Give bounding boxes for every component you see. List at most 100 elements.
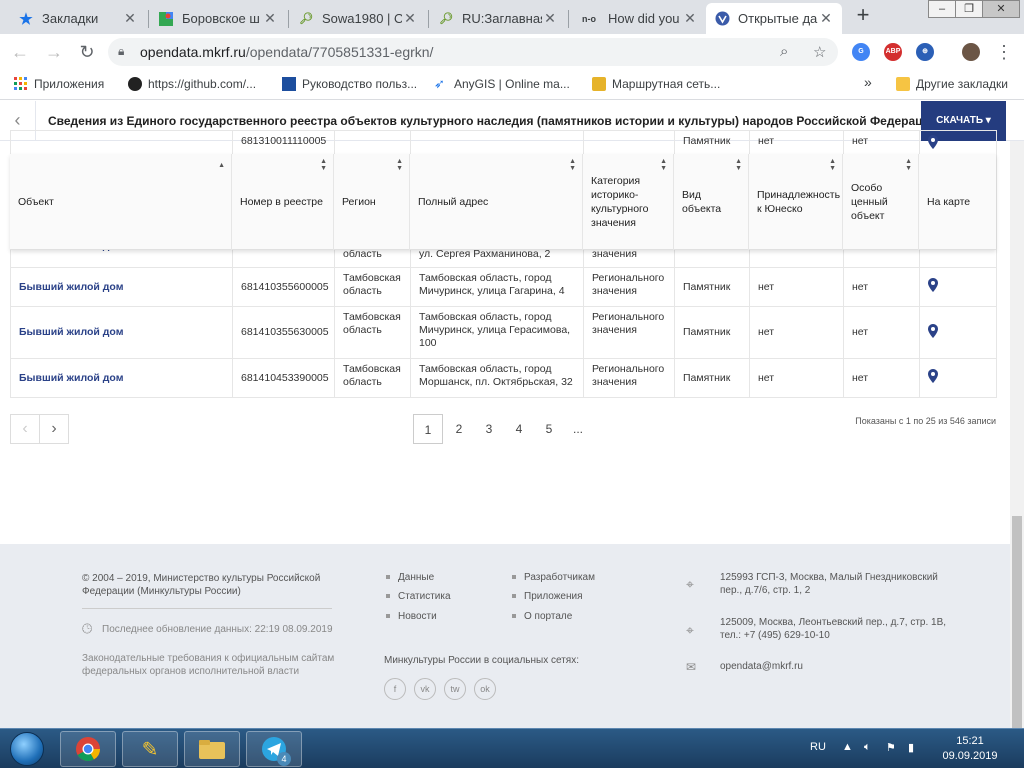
column-header-kind[interactable]: Вид объекта ▲ ▼ bbox=[674, 154, 749, 250]
odnoklassniki-icon[interactable]: ok bbox=[474, 678, 496, 700]
sort-icon[interactable]: ▲ ▼ bbox=[735, 158, 742, 172]
twitter-icon[interactable]: tw bbox=[444, 678, 466, 700]
map-cell bbox=[919, 306, 997, 359]
browser-toolbar: ← → ↻ 🔒︎ opendata.mkrf.ru/opendata/77058… bbox=[0, 34, 1024, 70]
category-cell: Регионального значения bbox=[583, 306, 675, 359]
adblock-extension-icon[interactable]: ABP bbox=[884, 43, 902, 61]
page-ellipsis[interactable]: ... bbox=[563, 414, 593, 444]
flag-icon[interactable]: ⚑ bbox=[886, 741, 896, 754]
object-link[interactable]: Бывший жилой дом bbox=[10, 358, 233, 398]
clock[interactable]: 15:21 09.09.2019 bbox=[940, 734, 1000, 764]
bookmark-route[interactable]: Маршрутная сеть... bbox=[592, 77, 720, 91]
bookmarks-overflow[interactable]: » bbox=[864, 74, 872, 90]
bookmark-github[interactable]: https://github.com/... bbox=[128, 77, 256, 91]
facebook-icon[interactable]: f bbox=[384, 678, 406, 700]
sort-icon[interactable]: ▲ ▼ bbox=[829, 158, 836, 172]
map-pin-icon[interactable] bbox=[928, 369, 938, 383]
tab-borovskoe[interactable]: Боровское ш ✕ bbox=[150, 3, 286, 34]
page-scrollbar[interactable] bbox=[1010, 141, 1024, 728]
sort-icon[interactable]: ▲ ▼ bbox=[569, 158, 576, 172]
reload-icon[interactable]: ↻ bbox=[75, 40, 99, 64]
taskbar-app[interactable]: ✎ bbox=[122, 731, 178, 767]
bookmark-other[interactable]: Другие закладки bbox=[896, 77, 1008, 91]
close-icon[interactable]: ✕ bbox=[262, 10, 278, 27]
zoom-icon[interactable]: ⌕ bbox=[780, 43, 788, 60]
taskbar-chrome[interactable] bbox=[60, 731, 116, 767]
taskbar-explorer[interactable] bbox=[184, 731, 240, 767]
column-header-unesco[interactable]: Принадлежность к Юнеско ▲ ▼ bbox=[749, 154, 843, 250]
close-icon[interactable]: ✕ bbox=[122, 10, 138, 27]
avatar[interactable] bbox=[962, 43, 980, 61]
scrollbar-thumb[interactable] bbox=[1012, 516, 1022, 728]
close-window-button[interactable]: ✕ bbox=[982, 0, 1020, 18]
column-header-valuable[interactable]: Особо ценный объект ▲ ▼ bbox=[843, 154, 919, 250]
forward-arrow-icon[interactable]: → bbox=[42, 40, 66, 64]
bookmark-apps[interactable]: Приложения bbox=[14, 77, 104, 91]
next-page-button[interactable]: › bbox=[39, 414, 69, 444]
bookmark-manual[interactable]: Руководство польз... bbox=[282, 77, 417, 91]
legal-link[interactable]: Законодательные требования к официальным… bbox=[82, 652, 352, 678]
sort-icon[interactable]: ▲ ▼ bbox=[320, 158, 327, 172]
minimize-button[interactable]: ‒ bbox=[928, 0, 956, 18]
object-link[interactable]: Бывший жилой дом bbox=[10, 267, 233, 307]
close-icon[interactable]: ✕ bbox=[682, 10, 698, 27]
bookmark-anygis[interactable]: ➶ AnyGIS | Online ma... bbox=[434, 77, 570, 92]
unesco-cell: нет bbox=[749, 306, 844, 359]
sort-icon[interactable]: ▲ ▼ bbox=[905, 158, 912, 172]
tab-ru-main[interactable]: 🔎︎ RU:Заглавная ✕ bbox=[430, 3, 566, 34]
prev-page-button[interactable]: ‹ bbox=[10, 414, 40, 444]
network-icon[interactable]: ▮ bbox=[908, 741, 914, 754]
column-header-address[interactable]: Полный адрес ▲ ▼ bbox=[410, 154, 583, 250]
footer-link-stats[interactable]: Статистика bbox=[398, 590, 451, 603]
sort-asc-icon[interactable]: ▲ bbox=[218, 162, 225, 169]
close-icon[interactable]: ✕ bbox=[818, 10, 834, 27]
email-link[interactable]: opendata@mkrf.ru bbox=[720, 660, 803, 673]
taskbar-telegram[interactable]: 4 bbox=[246, 731, 302, 767]
tab-sowa[interactable]: 🔎︎ Sowa1980 | О ✕ bbox=[290, 3, 426, 34]
menu-kebab-icon[interactable]: ⋮ bbox=[992, 40, 1016, 64]
page-1[interactable]: 1 bbox=[413, 414, 443, 444]
page-2[interactable]: 2 bbox=[444, 414, 474, 444]
close-icon[interactable]: ✕ bbox=[402, 10, 418, 27]
footer-link-about[interactable]: О портале bbox=[524, 610, 572, 623]
unesco-cell: нет bbox=[749, 358, 844, 398]
close-icon[interactable]: ✕ bbox=[542, 10, 558, 27]
start-button[interactable] bbox=[2, 731, 52, 767]
search-leaf-icon: 🔎︎ bbox=[299, 13, 313, 25]
tray-expand-icon[interactable]: ▲ bbox=[842, 741, 853, 753]
social-title: Минкультуры России в социальных сетях: bbox=[384, 655, 579, 666]
sort-icon[interactable]: ▲ ▼ bbox=[660, 158, 667, 172]
map-pin-icon[interactable] bbox=[928, 135, 938, 149]
sort-icon[interactable]: ▲ ▼ bbox=[396, 158, 403, 172]
footer-link-developers[interactable]: Разработчикам bbox=[524, 571, 595, 584]
footer-link-apps[interactable]: Приложения bbox=[524, 590, 583, 603]
page-5[interactable]: 5 bbox=[534, 414, 564, 444]
volume-icon[interactable]: 🔈︎ bbox=[864, 741, 871, 754]
column-header-object[interactable]: Объект ▲ bbox=[10, 154, 232, 250]
column-header-region[interactable]: Регион ▲ ▼ bbox=[334, 154, 410, 250]
map-pin-icon[interactable] bbox=[928, 323, 938, 338]
kind-cell: Памятник bbox=[674, 267, 750, 307]
tab-bookmarks[interactable]: ★ Закладки ✕ bbox=[10, 3, 146, 34]
language-indicator[interactable]: RU bbox=[810, 741, 826, 753]
bookmark-star-icon[interactable]: ☆ bbox=[813, 43, 826, 61]
translate-extension-icon[interactable]: G bbox=[852, 43, 870, 61]
footer-link-news[interactable]: Новости bbox=[398, 610, 437, 623]
kind-cell: Памятник bbox=[674, 306, 750, 359]
address-bar[interactable]: 🔒︎ opendata.mkrf.ru/opendata/7705851331-… bbox=[108, 38, 838, 66]
back-arrow-icon[interactable]: ← bbox=[8, 40, 32, 64]
object-link[interactable]: Бывший жилой дом bbox=[10, 306, 233, 359]
page-3[interactable]: 3 bbox=[474, 414, 504, 444]
column-header-category[interactable]: Категория историко-культурного значения ▲… bbox=[583, 154, 674, 250]
vk-icon[interactable]: vk bbox=[414, 678, 436, 700]
taskbar: ✎ 4 RU ▲ 🔈︎ ⚑ ▮ 15:21 09.09.2019 bbox=[0, 728, 1024, 768]
tab-how-did-you[interactable]: n-o How did you ✕ bbox=[570, 3, 706, 34]
maximize-button[interactable]: ❐ bbox=[955, 0, 983, 18]
page-4[interactable]: 4 bbox=[504, 414, 534, 444]
map-pin-icon[interactable] bbox=[928, 278, 938, 292]
footer-link-data[interactable]: Данные bbox=[398, 571, 434, 584]
tab-open-data[interactable]: Открытые да ✕ bbox=[706, 3, 842, 34]
vpn-extension-icon[interactable]: ⊕ bbox=[916, 43, 934, 61]
column-header-number[interactable]: Номер в реестре ▲ ▼ bbox=[232, 154, 334, 250]
new-tab-button[interactable]: + bbox=[851, 4, 875, 28]
